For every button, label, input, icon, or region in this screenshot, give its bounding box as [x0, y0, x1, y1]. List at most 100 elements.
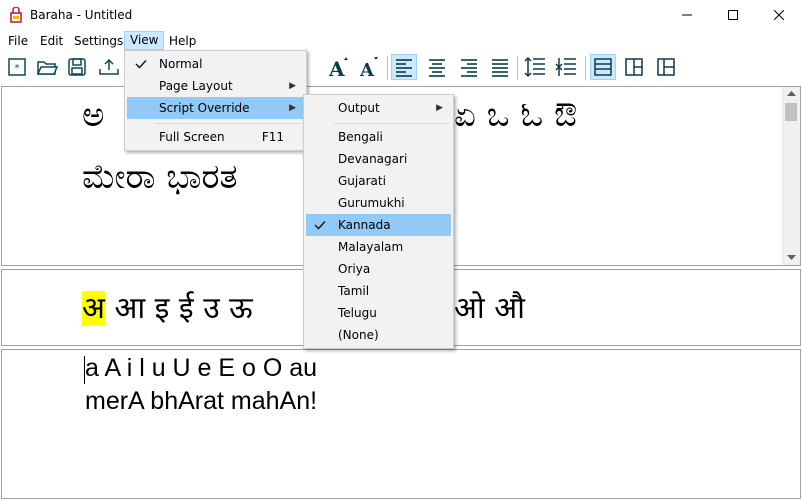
menu-item-output[interactable]: Output ▶ [306, 97, 451, 119]
export-button[interactable] [96, 54, 122, 80]
menu-file[interactable]: File [3, 32, 33, 50]
line-spacing-down-button[interactable] [553, 54, 579, 80]
menu-item-script-override-label: Script Override [159, 101, 250, 115]
toolbar-separator [585, 56, 586, 80]
input-line-1: a A i l u U e E o O au [85, 354, 318, 382]
output-line-2: ಮೇರಾ ಭಾರತ [82, 157, 238, 197]
menu-item-gujarati[interactable]: Gujarati [306, 170, 451, 192]
menu-item-script-override[interactable]: Script Override ▶ [127, 97, 304, 119]
close-icon [774, 10, 784, 20]
menu-item-tamil[interactable]: Tamil [306, 280, 451, 302]
output-line-1-start: ಅ [82, 95, 105, 135]
save-button[interactable] [64, 54, 90, 80]
align-left-button[interactable] [391, 54, 417, 80]
menu-item-gurumukhi[interactable]: Gurumukhi [306, 192, 451, 214]
menu-item-page-layout-label: Page Layout [159, 79, 233, 93]
pane-two-icon [625, 58, 643, 76]
menu-separator [334, 123, 449, 124]
align-right-icon [461, 59, 477, 77]
save-icon [68, 58, 86, 76]
align-center-icon [429, 59, 445, 77]
align-justify-icon [492, 59, 508, 77]
font-smaller-button[interactable]: A [356, 54, 382, 80]
title-bar: Baraha - Untitled [0, 0, 802, 30]
output-scrollbar[interactable] [782, 87, 800, 265]
font-bigger-icon: A [328, 57, 348, 79]
menu-item-label: (None) [338, 328, 379, 342]
check-icon [133, 53, 149, 75]
input-pane[interactable]: a A i l u U e E o O au merA bhArat mahAn… [1, 349, 801, 499]
font-smaller-icon: A [359, 57, 378, 79]
pane-two-button[interactable] [621, 54, 647, 80]
maximize-button[interactable] [710, 0, 756, 30]
align-right-button[interactable] [456, 54, 482, 80]
close-button[interactable] [756, 0, 802, 30]
menu-item-label: Devanagari [338, 152, 408, 166]
view-menu: Normal Page Layout ▶ Script Override ▶ F… [124, 50, 307, 151]
svg-text:A: A [359, 60, 375, 79]
export-icon [99, 58, 119, 75]
menu-item-oriya[interactable]: Oriya [306, 258, 451, 280]
menu-item-none[interactable]: (None) [306, 324, 451, 346]
menu-settings[interactable]: Settings [69, 32, 128, 50]
line-spacing-up-button[interactable] [522, 54, 548, 80]
pane-horizontal-icon [594, 58, 612, 76]
scroll-thumb[interactable] [785, 103, 797, 121]
align-center-button[interactable] [424, 54, 450, 80]
toolbar-separator [387, 56, 388, 80]
menu-item-label: Tamil [338, 284, 370, 298]
output-line-1-end: ಏ ಒ ಓ ಔ [454, 95, 578, 135]
menu-edit[interactable]: Edit [35, 32, 68, 50]
baraha-app-icon [10, 7, 22, 23]
menu-separator [155, 123, 302, 124]
menu-item-page-layout[interactable]: Page Layout ▶ [127, 75, 304, 97]
pane-horizontal-button[interactable] [590, 54, 616, 80]
menu-view[interactable]: View [124, 31, 165, 50]
scroll-down-icon [787, 255, 796, 260]
script-override-menu: Output ▶ Bengali Devanagari Gujarati Gur… [303, 94, 454, 349]
menu-bar: File Edit Settings View Help [0, 30, 802, 50]
menu-item-kannada[interactable]: Kannada [306, 214, 451, 236]
pane-split-button[interactable] [653, 54, 679, 80]
menu-item-full-screen-shortcut: F11 [261, 130, 284, 144]
menu-item-telugu[interactable]: Telugu [306, 302, 451, 324]
window-title: Baraha - Untitled [30, 8, 133, 22]
menu-item-label: Bengali [338, 130, 383, 144]
new-button[interactable]: * [4, 54, 30, 80]
toolbar-separator [517, 56, 518, 80]
menu-item-malayalam[interactable]: Malayalam [306, 236, 451, 258]
menu-item-label: Malayalam [338, 240, 404, 254]
output-line-1: ಅ ಏ ಒ ಓ ಔ [82, 95, 577, 135]
align-left-icon [396, 59, 412, 77]
check-icon [312, 214, 328, 236]
submenu-arrow-icon: ▶ [289, 103, 296, 113]
preview-line-rest: आ इ ई उ ऊ [114, 291, 253, 326]
new-doc-icon: * [8, 58, 26, 76]
open-folder-icon [36, 61, 58, 75]
menu-item-label: Telugu [338, 306, 377, 320]
menu-help[interactable]: Help [164, 32, 201, 50]
menu-item-full-screen[interactable]: Full Screen F11 [127, 126, 304, 148]
menu-item-label: Gujarati [338, 174, 386, 188]
minimize-button[interactable] [664, 0, 710, 30]
scroll-up-icon [787, 91, 796, 96]
font-bigger-button[interactable]: A [326, 54, 352, 80]
input-line-2: merA bhArat mahAn! [85, 387, 318, 415]
align-justify-button[interactable] [487, 54, 513, 80]
menu-item-devanagari[interactable]: Devanagari [306, 148, 451, 170]
pane-split-icon [657, 58, 675, 76]
maximize-icon [728, 10, 738, 20]
toolbar: * A A [0, 51, 802, 85]
menu-item-output-label: Output [338, 101, 380, 115]
preview-line: अ आ इ ई उ ऊ ओ औ [82, 286, 525, 327]
menu-item-normal-label: Normal [159, 57, 203, 71]
open-button[interactable] [34, 54, 60, 80]
menu-item-normal[interactable]: Normal [127, 53, 304, 75]
menu-item-label: Oriya [338, 262, 371, 276]
menu-item-bengali[interactable]: Bengali [306, 126, 451, 148]
line-spacing-up-icon [524, 56, 545, 78]
submenu-arrow-icon: ▶ [436, 103, 443, 113]
menu-item-label: Gurumukhi [338, 196, 405, 210]
minimize-icon [682, 14, 692, 16]
svg-text:A: A [328, 57, 345, 79]
